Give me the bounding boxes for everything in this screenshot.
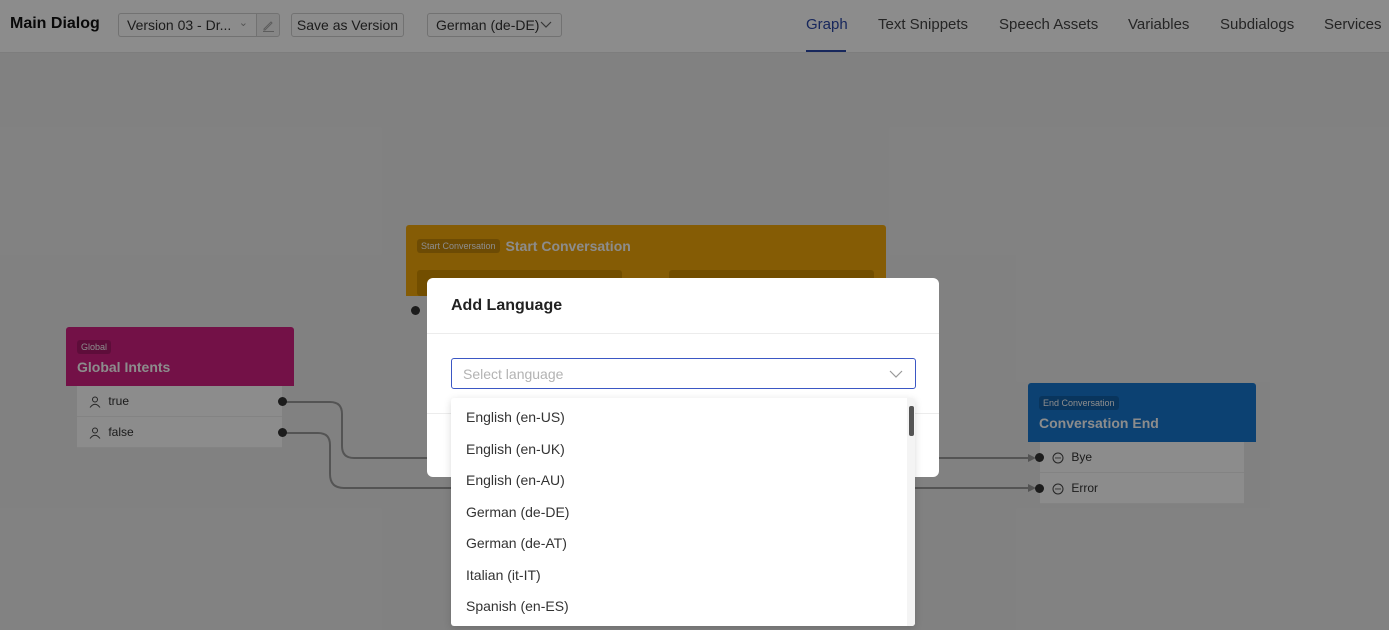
chevron-down-icon [889,370,903,378]
divider [427,333,939,334]
language-options-dropdown[interactable]: English (en-US) English (en-UK) English … [451,398,915,626]
select-language-input[interactable]: Select language [451,358,916,389]
scrollbar-thumb[interactable] [909,406,914,436]
language-option-de-de[interactable]: German (de-DE) [466,504,569,520]
modal-title: Add Language [451,297,563,314]
language-option-en-es[interactable]: Spanish (en-ES) [466,598,569,614]
language-option-de-at[interactable]: German (de-AT) [466,535,567,551]
language-option-it-it[interactable]: Italian (it-IT) [466,567,541,583]
language-option-en-us[interactable]: English (en-US) [466,409,565,425]
dropdown-scrollbar[interactable] [907,398,915,626]
language-option-en-au[interactable]: English (en-AU) [466,472,565,488]
language-option-en-uk[interactable]: English (en-UK) [466,441,565,457]
select-language-placeholder: Select language [463,366,564,382]
